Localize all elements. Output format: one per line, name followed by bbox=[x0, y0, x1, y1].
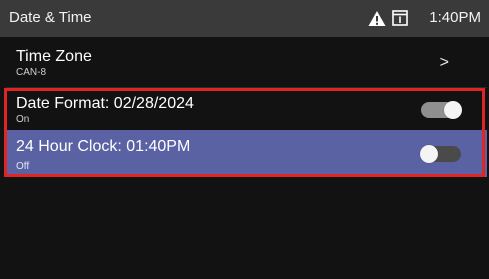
24-hour-clock-row[interactable]: 24 Hour Clock: 01:40PM Off bbox=[6, 130, 487, 177]
toggle-knob bbox=[420, 145, 438, 163]
warning-triangle-icon bbox=[368, 10, 386, 27]
toggle-knob bbox=[444, 101, 462, 119]
title-bar: Date & Time 1:40PM bbox=[0, 0, 489, 37]
page-title: Date & Time bbox=[9, 9, 92, 26]
24-hour-clock-label: 24 Hour Clock: 01:40PM bbox=[16, 138, 191, 155]
status-clock: 1:40PM bbox=[429, 9, 481, 26]
settings-screen: Date & Time 1:40PM Time Zone CAN-8 > Dat… bbox=[0, 0, 489, 279]
time-zone-label: Time Zone bbox=[16, 48, 92, 65]
date-format-status: On bbox=[16, 114, 30, 125]
window-icon bbox=[392, 10, 408, 26]
time-zone-row[interactable]: Time Zone CAN-8 > bbox=[6, 40, 487, 84]
time-zone-value: CAN-8 bbox=[16, 67, 47, 78]
date-format-toggle[interactable] bbox=[421, 101, 462, 119]
date-format-row[interactable]: Date Format: 02/28/2024 On bbox=[6, 90, 487, 130]
24-hour-clock-status: Off bbox=[16, 161, 30, 172]
24-hour-clock-toggle[interactable] bbox=[420, 145, 461, 163]
divider bbox=[6, 87, 487, 88]
chevron-right-icon: > bbox=[439, 54, 449, 71]
date-format-label: Date Format: 02/28/2024 bbox=[16, 95, 194, 112]
